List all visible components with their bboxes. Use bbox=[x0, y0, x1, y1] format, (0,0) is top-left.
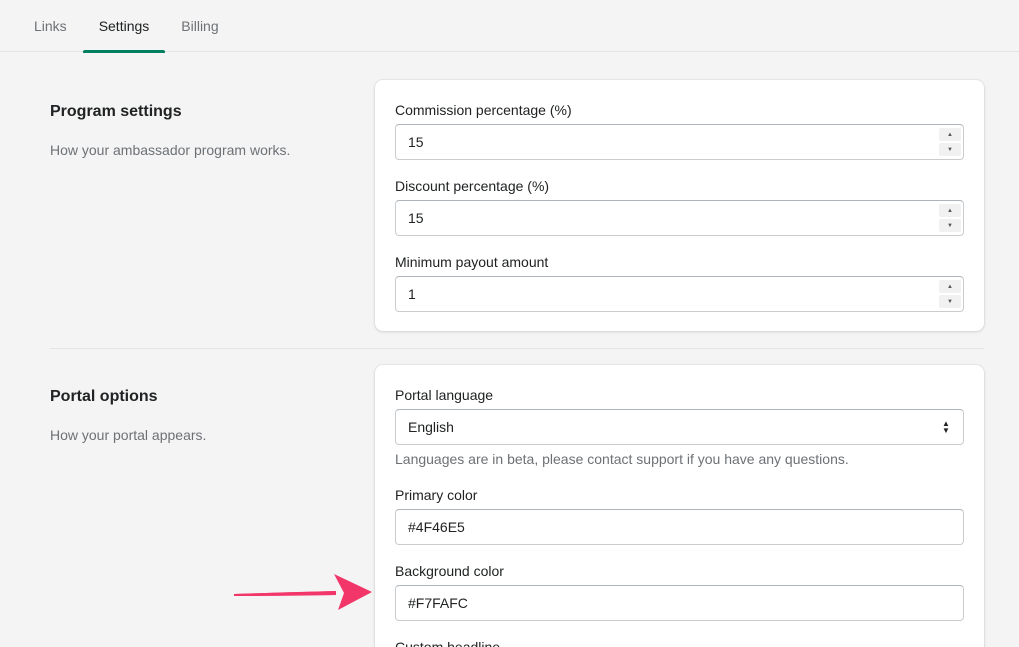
portal-language-label: Portal language bbox=[395, 387, 494, 403]
background-color-label: Background color bbox=[395, 563, 504, 579]
tab-billing[interactable]: Billing bbox=[165, 0, 234, 52]
custom-headline-label: Custom headline bbox=[395, 639, 501, 647]
program-settings-card: Commission percentage (%) 15 ▲ ▼ Discoun… bbox=[375, 80, 984, 331]
background-color-input[interactable]: #F7FAFC bbox=[395, 585, 964, 621]
portal-options-description: How your portal appears. bbox=[50, 427, 207, 443]
decrement-icon[interactable]: ▼ bbox=[939, 143, 961, 156]
commission-stepper: ▲ ▼ bbox=[939, 128, 961, 156]
portal-language-select[interactable]: English ▲ ▼ bbox=[395, 409, 964, 445]
tab-bar: Links Settings Billing bbox=[0, 0, 1019, 53]
primary-color-value: #4F46E5 bbox=[408, 519, 465, 535]
min-payout-label: Minimum payout amount bbox=[395, 254, 549, 270]
commission-input[interactable]: 15 ▲ ▼ bbox=[395, 124, 964, 160]
commission-value: 15 bbox=[408, 134, 424, 150]
primary-color-input[interactable]: #4F46E5 bbox=[395, 509, 964, 545]
commission-label: Commission percentage (%) bbox=[395, 102, 572, 118]
min-payout-value: 1 bbox=[408, 286, 416, 302]
min-payout-input[interactable]: 1 ▲ ▼ bbox=[395, 276, 964, 312]
program-settings-title: Program settings bbox=[50, 103, 182, 120]
decrement-icon[interactable]: ▼ bbox=[939, 219, 961, 232]
discount-value: 15 bbox=[408, 210, 424, 226]
annotation-arrow-icon bbox=[234, 574, 372, 610]
primary-color-label: Primary color bbox=[395, 487, 478, 503]
section-divider bbox=[50, 348, 984, 349]
discount-input[interactable]: 15 ▲ ▼ bbox=[395, 200, 964, 236]
discount-stepper: ▲ ▼ bbox=[939, 204, 961, 232]
tab-links[interactable]: Links bbox=[18, 0, 83, 52]
portal-options-card: Portal language English ▲ ▼ Languages are… bbox=[375, 365, 984, 647]
program-settings-description: How your ambassador program works. bbox=[50, 142, 291, 158]
increment-icon[interactable]: ▲ bbox=[939, 204, 961, 217]
portal-language-help: Languages are in beta, please contact su… bbox=[395, 451, 849, 467]
portal-options-title: Portal options bbox=[50, 388, 158, 405]
portal-language-value: English bbox=[408, 419, 454, 435]
select-arrows-icon: ▲ ▼ bbox=[942, 419, 950, 435]
decrement-icon[interactable]: ▼ bbox=[939, 295, 961, 308]
increment-icon[interactable]: ▲ bbox=[939, 280, 961, 293]
discount-label: Discount percentage (%) bbox=[395, 178, 550, 194]
increment-icon[interactable]: ▲ bbox=[939, 128, 961, 141]
background-color-value: #F7FAFC bbox=[408, 595, 468, 611]
min-payout-stepper: ▲ ▼ bbox=[939, 280, 961, 308]
tab-settings[interactable]: Settings bbox=[82, 0, 166, 53]
